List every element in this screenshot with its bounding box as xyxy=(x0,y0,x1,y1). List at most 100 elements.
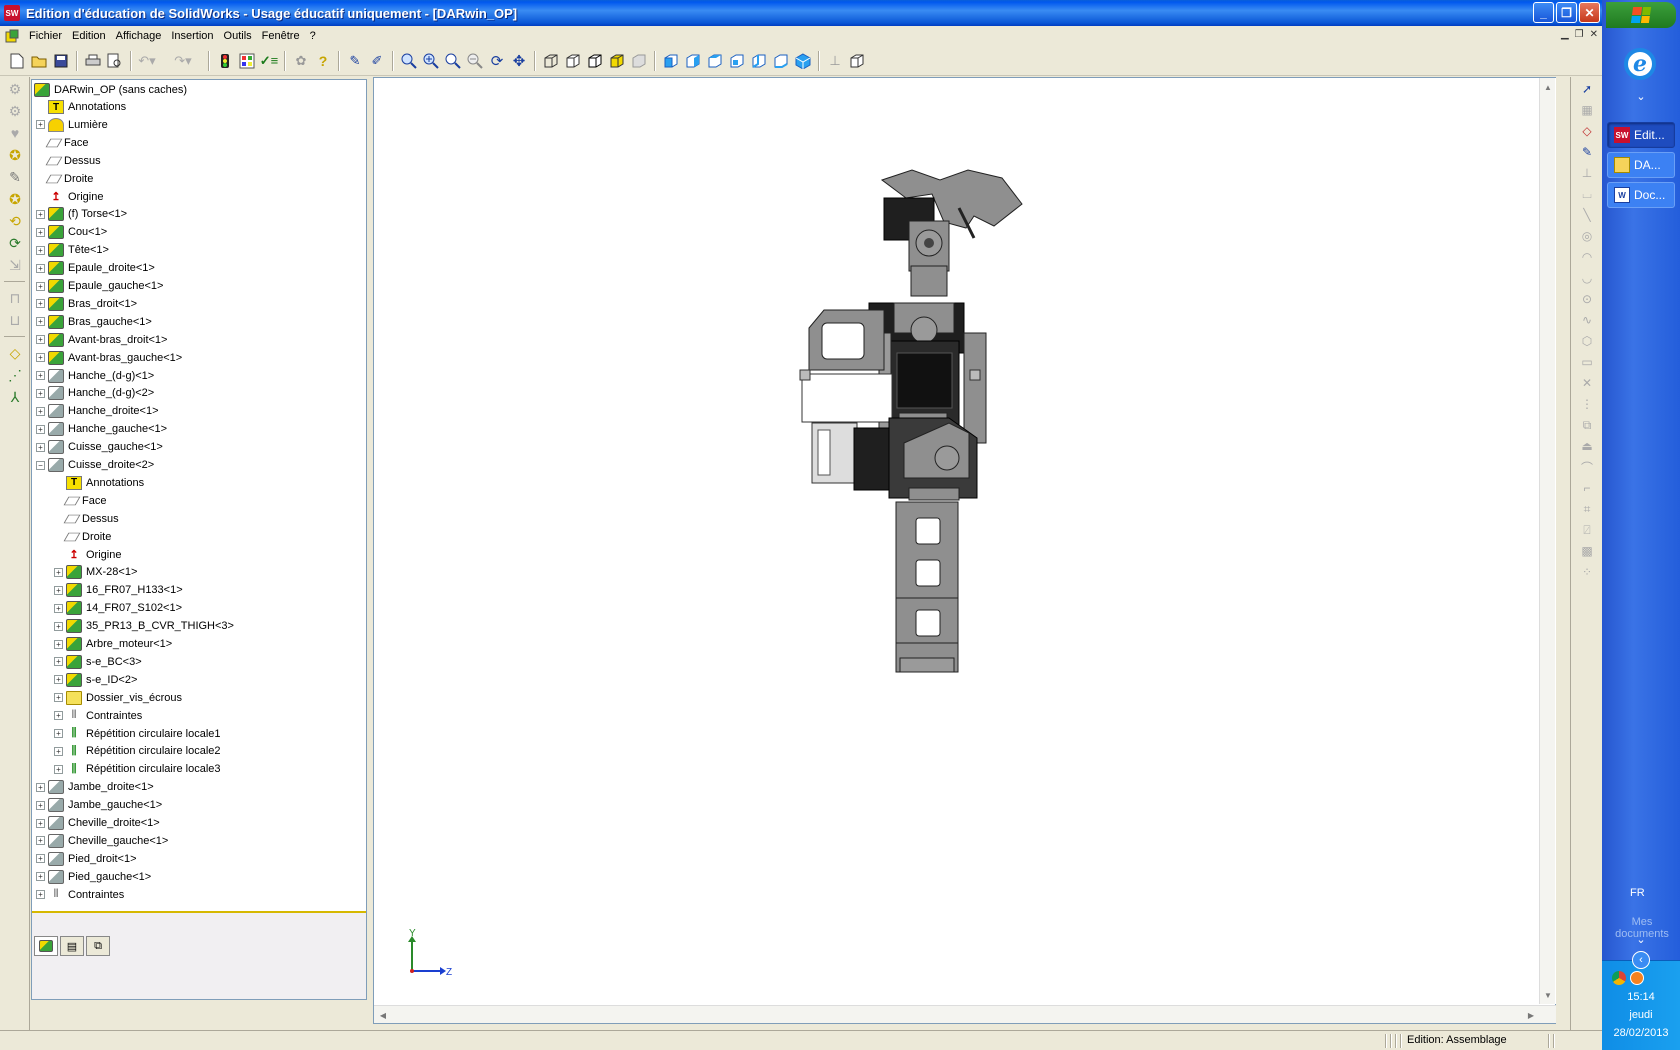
document-assembly-icon[interactable] xyxy=(4,28,20,44)
expand-icon[interactable]: + xyxy=(54,764,63,774)
collapse-icon[interactable]: − xyxy=(36,460,45,470)
polygon-tool-icon[interactable]: ⬡ xyxy=(1576,332,1598,350)
rectangle-alt-icon[interactable]: ▭ xyxy=(1576,353,1598,371)
expand-icon[interactable]: + xyxy=(36,782,45,792)
traffic-light-rebuild-icon[interactable] xyxy=(214,50,236,72)
redo-icon[interactable]: ↷▾ xyxy=(172,50,194,72)
view-orientation-icon[interactable] xyxy=(846,50,868,72)
insert-component-icon[interactable]: ⚙ xyxy=(4,79,26,99)
tangent-arc-icon[interactable]: ◡ xyxy=(1576,269,1598,287)
menu-affichage[interactable]: Affichage xyxy=(111,26,167,46)
tree-item[interactable]: Dessus xyxy=(54,510,119,528)
tree-item[interactable]: ↥ Origine xyxy=(54,546,121,564)
tree-item[interactable]: +35_PR13_B_CVR_THIGH<3> xyxy=(54,617,234,635)
tree-item[interactable]: + Jambe_gauche<1> xyxy=(36,796,162,814)
tree-item[interactable]: + Epaule_droite<1> xyxy=(36,259,155,277)
display-hidden-lines-icon[interactable] xyxy=(562,50,584,72)
expand-icon[interactable]: + xyxy=(36,353,45,363)
tree-item[interactable]: + Cou<1> xyxy=(36,223,107,241)
assembly-tool-icon[interactable]: ✿ xyxy=(290,50,312,72)
expand-icon[interactable]: + xyxy=(54,711,63,721)
tab-configuration-manager[interactable]: ⧉ xyxy=(86,936,110,956)
expand-icon[interactable]: + xyxy=(54,603,63,613)
view-left-icon[interactable] xyxy=(704,50,726,72)
tree-item[interactable]: ↥ Origine xyxy=(36,188,103,206)
tree-item[interactable]: + Hanche_(d-g)<1> xyxy=(36,367,154,385)
minimize-button[interactable]: _ xyxy=(1533,2,1554,23)
menu-help[interactable]: ? xyxy=(305,26,321,46)
hide-show-icon[interactable]: ♥ xyxy=(4,123,26,143)
view-front-icon[interactable] xyxy=(660,50,682,72)
tree-item[interactable]: + Hanche_gauche<1> xyxy=(36,420,167,438)
tree-item[interactable]: + Lumière xyxy=(36,116,108,134)
tree-item[interactable]: + Hanche_(d-g)<2> xyxy=(36,384,154,402)
task-button-folder[interactable]: DA... xyxy=(1607,152,1675,178)
point-tool-icon[interactable]: ⊙ xyxy=(1576,290,1598,308)
tree-item[interactable]: + Pied_gauche<1> xyxy=(36,868,151,886)
smart-fasteners-icon[interactable]: ✪ xyxy=(4,189,26,209)
sketch-point-icon[interactable]: ⋮ xyxy=(1576,395,1598,413)
menu-outils[interactable]: Outils xyxy=(219,26,257,46)
close-button[interactable]: ✕ xyxy=(1579,2,1600,23)
reference-plane-icon[interactable]: ◇ xyxy=(4,343,26,363)
help-icon[interactable]: ? xyxy=(312,50,334,72)
tree-item[interactable]: T Annotations xyxy=(36,98,126,116)
print-preview-icon[interactable] xyxy=(104,50,126,72)
view-bottom-icon[interactable] xyxy=(770,50,792,72)
tab-property-manager[interactable]: ▤ xyxy=(60,936,84,956)
expand-icon[interactable]: + xyxy=(36,335,45,345)
expand-icon[interactable]: + xyxy=(36,227,45,237)
mdi-restore-button[interactable]: ❐ xyxy=(1575,29,1584,40)
expand-icon[interactable]: + xyxy=(36,442,45,452)
view-top-icon[interactable] xyxy=(748,50,770,72)
explode-view-icon[interactable]: ⇲ xyxy=(4,255,26,275)
tree-item[interactable]: T Annotations xyxy=(54,474,144,492)
expand-icon[interactable]: + xyxy=(54,567,63,577)
trim-icon[interactable]: ⌐ xyxy=(1576,479,1598,497)
menu-insertion[interactable]: Insertion xyxy=(166,26,218,46)
arc-tool-icon[interactable]: ◠ xyxy=(1576,248,1598,266)
expand-icon[interactable]: + xyxy=(36,818,45,828)
expand-icon[interactable]: + xyxy=(36,120,45,130)
offset-entities-icon[interactable]: ⧉ xyxy=(1576,416,1598,434)
save-icon[interactable] xyxy=(50,50,72,72)
tree-item[interactable]: Face xyxy=(36,134,88,152)
normal-to-icon[interactable]: ⊥ xyxy=(824,50,846,72)
expand-icon[interactable]: + xyxy=(36,209,45,219)
tree-item[interactable]: + Cheville_droite<1> xyxy=(36,814,160,832)
mdi-close-button[interactable]: ✕ xyxy=(1590,29,1598,40)
menu-fichier[interactable]: Fichier xyxy=(24,26,67,46)
coordinate-system-icon[interactable]: ⅄ xyxy=(4,387,26,407)
open-folder-icon[interactable] xyxy=(28,50,50,72)
tree-item[interactable]: Face xyxy=(54,492,106,510)
expand-icon[interactable]: + xyxy=(36,890,45,900)
linear-pattern-icon[interactable]: ▩ xyxy=(1576,542,1598,560)
tree-item[interactable]: + Hanche_droite<1> xyxy=(36,402,159,420)
move-component-icon[interactable]: ✎ xyxy=(4,167,26,187)
extend-icon[interactable]: ⌗ xyxy=(1576,500,1598,518)
expand-icon[interactable]: + xyxy=(36,263,45,273)
tree-item[interactable]: Droite xyxy=(54,528,111,546)
language-indicator[interactable]: FR xyxy=(1630,887,1645,899)
menu-edition[interactable]: Edition xyxy=(67,26,111,46)
expand-icon[interactable]: + xyxy=(36,424,45,434)
menu-fenetre[interactable]: Fenêtre xyxy=(257,26,305,46)
tree-item[interactable]: + Bras_gauche<1> xyxy=(36,313,152,331)
horizontal-scrollbar[interactable]: ◀ ▶ xyxy=(374,1005,1556,1023)
graphics-area[interactable]: Y Z ▲ ▼ ◀ ▶ xyxy=(373,77,1556,1024)
display-shaded-edges-icon[interactable] xyxy=(606,50,628,72)
tree-item[interactable]: + Cheville_gauche<1> xyxy=(36,832,168,850)
expand-icon[interactable]: + xyxy=(36,800,45,810)
tree-item[interactable]: +16_FR07_H133<1> xyxy=(54,581,183,599)
select-arrow-icon[interactable]: ➚ xyxy=(1576,80,1598,98)
expand-icon[interactable]: + xyxy=(36,281,45,291)
expand-icon[interactable]: + xyxy=(54,639,63,649)
grid-options-icon[interactable] xyxy=(236,50,258,72)
start-button[interactable] xyxy=(1606,2,1676,28)
zoom-out-icon[interactable] xyxy=(464,50,486,72)
scroll-left-arrow-icon[interactable]: ◀ xyxy=(376,1008,390,1022)
refresh-icon[interactable]: ⟳ xyxy=(4,233,26,253)
tree-item[interactable]: + ⦀ Contraintes xyxy=(36,886,124,904)
tree-item[interactable]: Dessus xyxy=(36,152,101,170)
chrome-tray-icon[interactable] xyxy=(1612,971,1626,985)
